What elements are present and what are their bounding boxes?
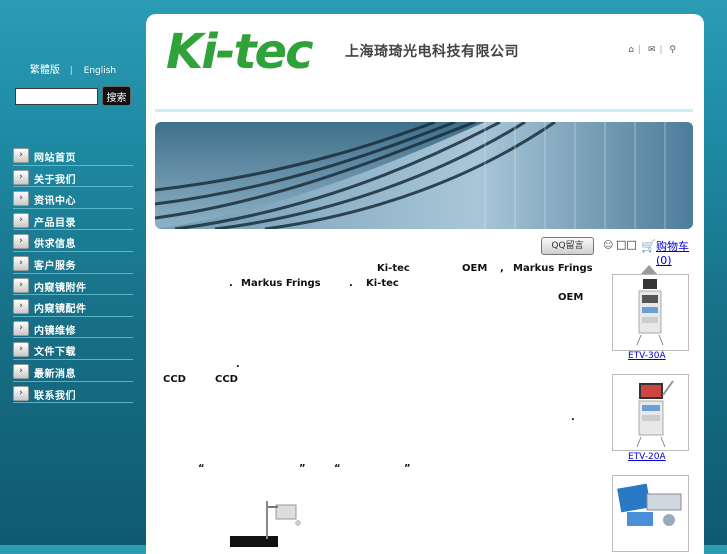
cart-icon[interactable]: 🛒 [641, 239, 656, 253]
menu-item-label: 最新消息 [34, 368, 76, 380]
content-text: . [571, 412, 575, 423]
menu-item-label: 文件下载 [34, 347, 76, 359]
product-label[interactable]: ETV-20A [628, 452, 666, 462]
product-thumbnail[interactable] [612, 274, 689, 351]
chevron-right-icon: › [13, 234, 29, 250]
menu-item-latest[interactable]: › 最新消息 [0, 360, 146, 382]
content-text: “ [198, 463, 205, 474]
menu-item-supply[interactable]: › 供求信息 [0, 230, 146, 252]
content-text: Ki-tec [366, 278, 399, 289]
menu-item-label: 内窥镜附件 [34, 282, 87, 294]
header-divider [155, 109, 693, 112]
menu-item-label: 网站首页 [34, 153, 76, 164]
content-text: ” [299, 463, 306, 474]
chevron-right-icon: › [13, 277, 29, 293]
menu-item-label: 客户服务 [34, 260, 76, 272]
language-switcher: 繁體版 | English [0, 61, 146, 76]
menu-item-downloads[interactable]: › 文件下载 [0, 338, 146, 360]
content-text: ” [404, 463, 411, 474]
menu-item-news[interactable]: › 资讯中心 [0, 187, 146, 209]
content-text: . [229, 278, 233, 289]
menu-item-about[interactable]: › 关于我们 [0, 166, 146, 188]
product-image [636, 380, 674, 448]
chevron-right-icon: › [13, 385, 29, 401]
chevron-right-icon: › [13, 320, 29, 336]
menu-divider [13, 402, 133, 404]
main-menu: › 网站首页 › 关于我们 › 资讯中心 › 产品目录 › 供求信息 › 客户服务 › 内窥镜… [0, 144, 146, 404]
menu-item-repair[interactable]: › 内镜维修 [0, 317, 146, 339]
article-image [230, 501, 301, 547]
scroll-up-arrow[interactable] [641, 265, 657, 274]
product-thumbnail[interactable] [612, 374, 689, 451]
chevron-right-icon: › [13, 299, 29, 315]
english-link[interactable]: English [84, 66, 117, 76]
banner-image [155, 122, 693, 229]
chevron-right-icon: › [13, 148, 29, 163]
menu-item-products[interactable]: › 产品目录 [0, 209, 146, 231]
content-text: CCD [215, 374, 238, 385]
sidebar: 繁體版 | English 搜索 › 网站首页 › 关于我们 › 资讯中心 › 产品目录… [0, 0, 146, 545]
language-separator: | [69, 66, 73, 76]
product-image [636, 279, 664, 346]
chevron-right-icon: › [13, 363, 29, 379]
menu-item-label: 内镜维修 [34, 325, 76, 337]
icon-divider: | [659, 45, 663, 55]
chevron-right-icon: › [13, 342, 29, 358]
icon-divider: | [638, 45, 642, 55]
mail-icon[interactable]: ✉ [648, 45, 656, 55]
qq-message-button[interactable]: QQ留言 [541, 237, 594, 255]
user-icon[interactable]: ☺ [603, 240, 613, 251]
header-icons: ⌂ | ✉ | ⚲ [624, 45, 680, 55]
brand-logo[interactable]: Ki-tec [166, 27, 314, 77]
content-text: . [349, 278, 353, 289]
menu-item-label: 资讯中心 [34, 196, 76, 208]
menu-item-accessories[interactable]: › 内窥镜附件 [0, 274, 146, 296]
menu-item-service[interactable]: › 客户服务 [0, 252, 146, 274]
product-thumbnail[interactable] [612, 475, 689, 552]
search-button[interactable]: 搜索 [102, 86, 131, 106]
chevron-right-icon: › [13, 169, 29, 185]
content-text: OEM [558, 292, 584, 303]
home-icon[interactable]: ⌂ [628, 45, 634, 55]
sitemap-icon[interactable]: ⚲ [669, 45, 676, 55]
product-image [617, 483, 682, 526]
menu-item-label: 关于我们 [34, 174, 76, 186]
menu-item-label: 内窥镜配件 [34, 304, 87, 316]
menu-item-home[interactable]: › 网站首页 [0, 144, 146, 166]
user-links[interactable]: □□ [616, 238, 637, 251]
content-text: , [500, 263, 504, 274]
content-text: Ki-tec [377, 263, 410, 274]
menu-item-label: 产品目录 [34, 217, 76, 229]
company-name: 上海琦琦光电科技有限公司 [345, 44, 519, 60]
chevron-right-icon: › [13, 255, 29, 271]
chevron-right-icon: › [13, 212, 29, 228]
traditional-chinese-link[interactable]: 繁體版 [30, 65, 60, 76]
content-text: OEM [462, 263, 488, 274]
content-text: Markus Frings [513, 263, 593, 274]
menu-item-contact[interactable]: › 联系我们 [0, 382, 146, 404]
content-text: CCD [163, 374, 186, 385]
main-panel: Ki-tec 上海琦琦光电科技有限公司 ⌂ | ✉ | ⚲ QQ留言 ☺ □□ … [146, 14, 704, 554]
content-text: . [236, 359, 240, 370]
menu-item-label: 联系我们 [34, 390, 76, 402]
content-text: Markus Frings [241, 278, 321, 289]
content-text: “ [334, 463, 341, 474]
cart-link[interactable]: 购物车 (0) [656, 238, 704, 267]
chevron-right-icon: › [13, 191, 29, 207]
product-label[interactable]: ETV-30A [628, 351, 666, 361]
menu-item-label: 供求信息 [34, 239, 76, 251]
search-input[interactable] [15, 88, 98, 105]
menu-item-parts[interactable]: › 内窥镜配件 [0, 295, 146, 317]
